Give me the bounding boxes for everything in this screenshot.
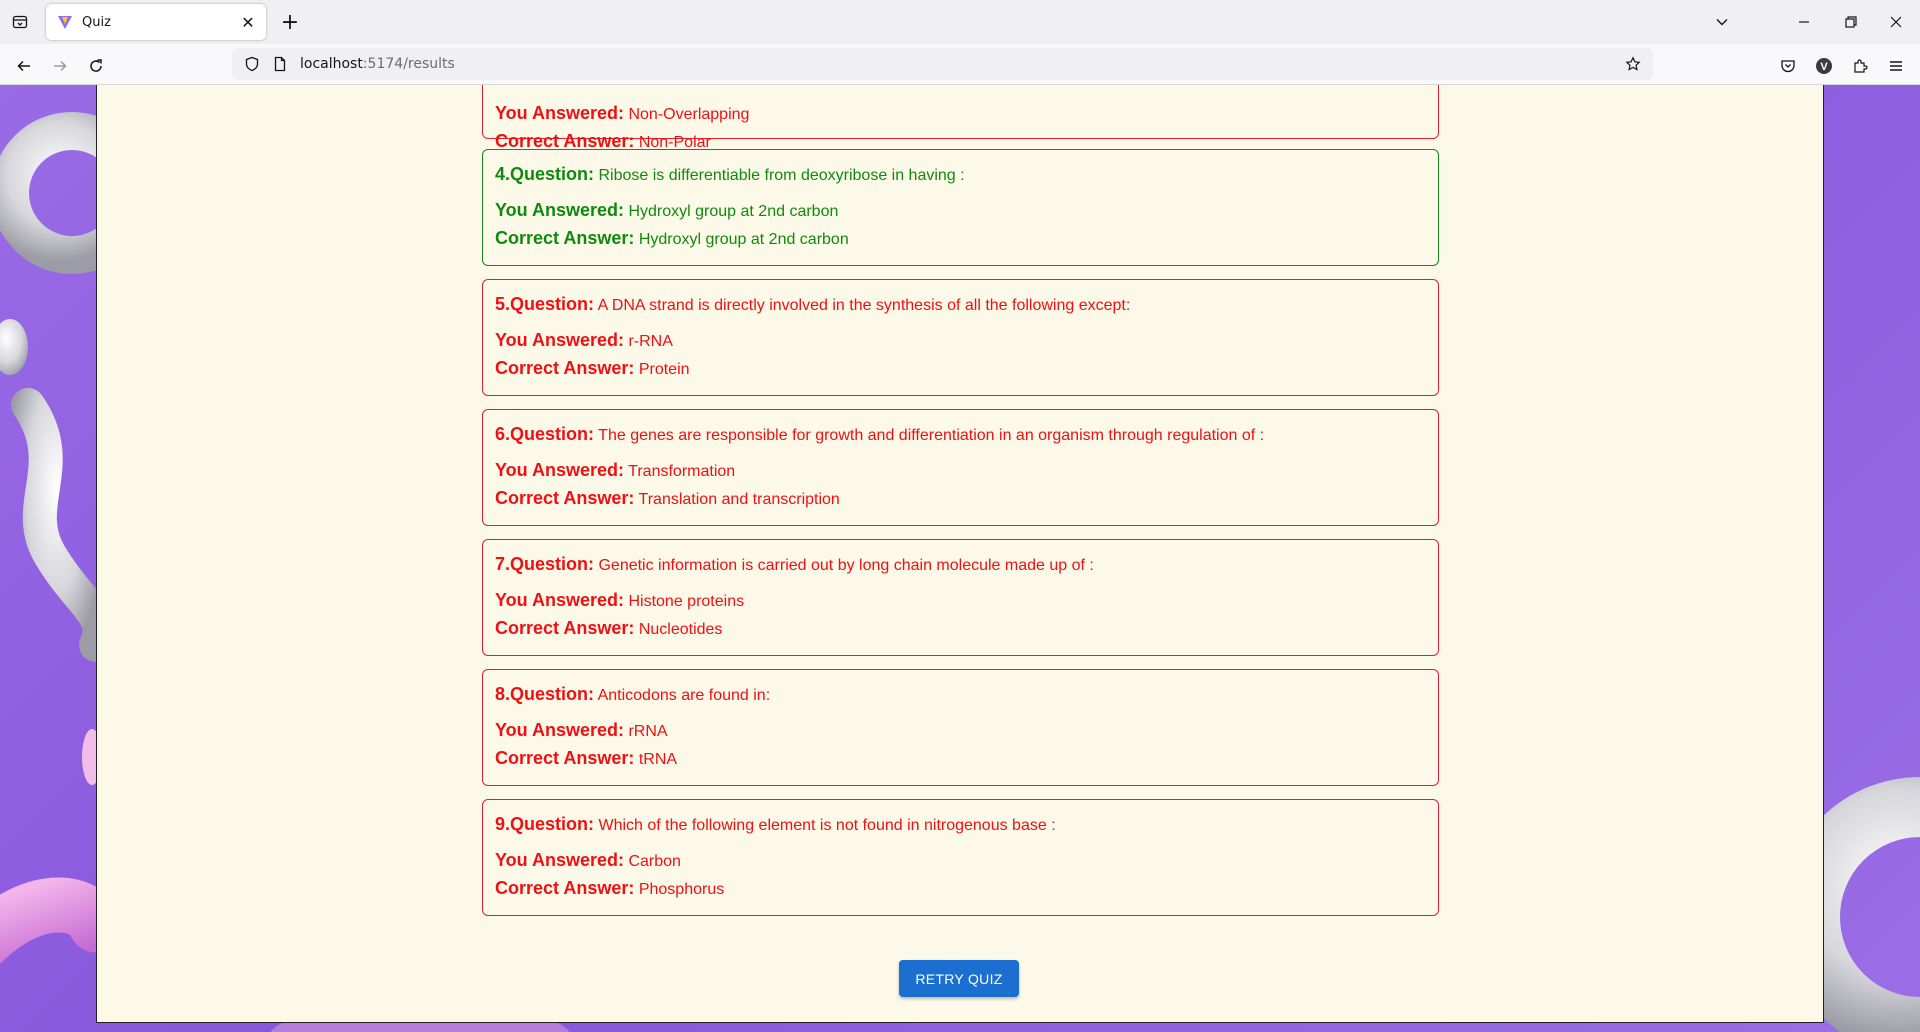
correct-value: Protein [638, 361, 690, 378]
question-card-3: You Answered: Non-Overlapping Correct An… [482, 85, 1439, 151]
question-card-6: 6.Question: The genes are responsible fo… [482, 409, 1439, 526]
correct-label: Correct Answer: [495, 878, 635, 898]
answered-label: You Answered: [495, 460, 625, 480]
answered-label: You Answered: [495, 103, 625, 123]
silver-ring-right-shape [1780, 777, 1920, 1032]
reload-icon[interactable] [82, 52, 110, 80]
question-text: Genetic information is carried out by lo… [598, 557, 1094, 574]
question-text: The genes are responsible for growth and… [598, 427, 1265, 444]
answered-value: rRNA [628, 723, 668, 740]
answered-label: You Answered: [495, 330, 625, 350]
list-all-tabs-icon[interactable] [1700, 0, 1744, 44]
question-number: 4.Question: [495, 164, 595, 184]
correct-line: Correct Answer: Hydroxyl group at 2nd ca… [495, 228, 849, 249]
question-line: 4.Question: Ribose is differentiable fro… [495, 164, 965, 185]
correct-label: Correct Answer: [495, 228, 635, 248]
extension-v-icon[interactable]: V [1810, 52, 1838, 80]
silver-squiggle-shape [11, 388, 117, 662]
tab-title: Quiz [82, 14, 111, 30]
answered-label: You Answered: [495, 720, 625, 740]
correct-line: Correct Answer: Nucleotides [495, 618, 722, 639]
correct-label: Correct Answer: [495, 618, 635, 638]
minimize-icon[interactable] [1782, 0, 1826, 44]
tab-list-icon[interactable] [8, 10, 32, 34]
extension-v-badge: V [1820, 61, 1828, 73]
correct-label: Correct Answer: [495, 131, 635, 151]
forward-arrow-icon[interactable] [46, 52, 74, 80]
question-line: 5.Question: A DNA strand is directly inv… [495, 294, 1130, 315]
question-card-9: 9.Question: Which of the following eleme… [482, 799, 1439, 916]
tab-strip: Quiz ✕ + [0, 0, 1920, 44]
question-number: 7.Question: [495, 554, 595, 574]
tab-quiz[interactable]: Quiz ✕ [46, 4, 266, 40]
answered-value: Histone proteins [628, 593, 745, 610]
correct-value: Translation and transcription [638, 491, 840, 508]
question-line: 8.Question: Anticodons are found in: [495, 684, 770, 705]
url-path: :5174/results [362, 56, 455, 72]
app-menu-icon[interactable] [1882, 52, 1910, 80]
correct-label: Correct Answer: [495, 358, 635, 378]
correct-line: Correct Answer: tRNA [495, 748, 677, 769]
new-tab-icon[interactable]: + [278, 10, 302, 35]
question-text: A DNA strand is directly involved in the… [597, 297, 1131, 314]
correct-line: Correct Answer: Translation and transcri… [495, 488, 840, 509]
answered-value: Hydroxyl group at 2nd carbon [628, 203, 839, 220]
tab-close-icon[interactable]: ✕ [236, 10, 260, 34]
correct-value: Nucleotides [638, 621, 723, 638]
back-arrow-icon[interactable] [10, 52, 38, 80]
answered-label: You Answered: [495, 200, 625, 220]
extensions-puzzle-icon[interactable] [1846, 52, 1874, 80]
answered-line: You Answered: Non-Overlapping [495, 103, 749, 124]
address-bar[interactable]: localhost:5174/results [232, 48, 1653, 80]
answered-value: Carbon [628, 853, 681, 870]
answered-value: r-RNA [628, 333, 673, 350]
question-number: 6.Question: [495, 424, 595, 444]
url-host: localhost [300, 56, 363, 72]
question-number: 5.Question: [495, 294, 595, 314]
correct-line: Correct Answer: Protein [495, 358, 690, 379]
bookmark-star-icon[interactable] [1621, 52, 1645, 76]
answered-line: You Answered: Carbon [495, 850, 681, 871]
tracking-shield-icon[interactable] [240, 52, 264, 76]
question-line: 9.Question: Which of the following eleme… [495, 814, 1056, 835]
question-text: Anticodons are found in: [597, 687, 771, 704]
question-number: 8.Question: [495, 684, 595, 704]
answered-line: You Answered: r-RNA [495, 330, 673, 351]
retry-quiz-button[interactable]: RETRY QUIZ [899, 960, 1019, 997]
answered-value: Transformation [628, 463, 736, 480]
question-text: Which of the following element is not fo… [598, 817, 1056, 834]
results-card: You Answered: Non-Overlapping Correct An… [96, 85, 1824, 1023]
question-card-7: 7.Question: Genetic information is carri… [482, 539, 1439, 656]
answered-line: You Answered: rRNA [495, 720, 668, 741]
correct-line: Correct Answer: Phosphorus [495, 878, 724, 899]
restore-icon[interactable] [1829, 0, 1873, 44]
answered-label: You Answered: [495, 850, 625, 870]
correct-label: Correct Answer: [495, 748, 635, 768]
url-text: localhost:5174/results [300, 56, 455, 72]
correct-value: Hydroxyl group at 2nd carbon [638, 231, 849, 248]
question-card-5: 5.Question: A DNA strand is directly inv… [482, 279, 1439, 396]
question-number: 9.Question: [495, 814, 595, 834]
close-window-icon[interactable] [1874, 0, 1918, 44]
vite-favicon-icon [56, 13, 74, 31]
correct-value: Phosphorus [638, 881, 725, 898]
answered-label: You Answered: [495, 590, 625, 610]
pocket-icon[interactable] [1774, 52, 1802, 80]
answered-line: You Answered: Histone proteins [495, 590, 744, 611]
question-card-8: 8.Question: Anticodons are found in: You… [482, 669, 1439, 786]
answered-value: Non-Overlapping [628, 106, 750, 123]
answered-line: You Answered: Transformation [495, 460, 735, 481]
page-info-icon[interactable] [268, 52, 292, 76]
question-card-4: 4.Question: Ribose is differentiable fro… [482, 149, 1439, 266]
pink-tube-shape [0, 877, 124, 964]
navigation-toolbar: localhost:5174/results V [0, 44, 1920, 85]
correct-value: tRNA [638, 751, 678, 768]
silver-blob-shape [0, 319, 28, 375]
correct-label: Correct Answer: [495, 488, 635, 508]
page-viewport: You Answered: Non-Overlapping Correct An… [0, 85, 1920, 1032]
question-text: Ribose is differentiable from deoxyribos… [598, 167, 965, 184]
question-line: 7.Question: Genetic information is carri… [495, 554, 1094, 575]
answered-line: You Answered: Hydroxyl group at 2nd carb… [495, 200, 838, 221]
question-line: 6.Question: The genes are responsible fo… [495, 424, 1264, 445]
